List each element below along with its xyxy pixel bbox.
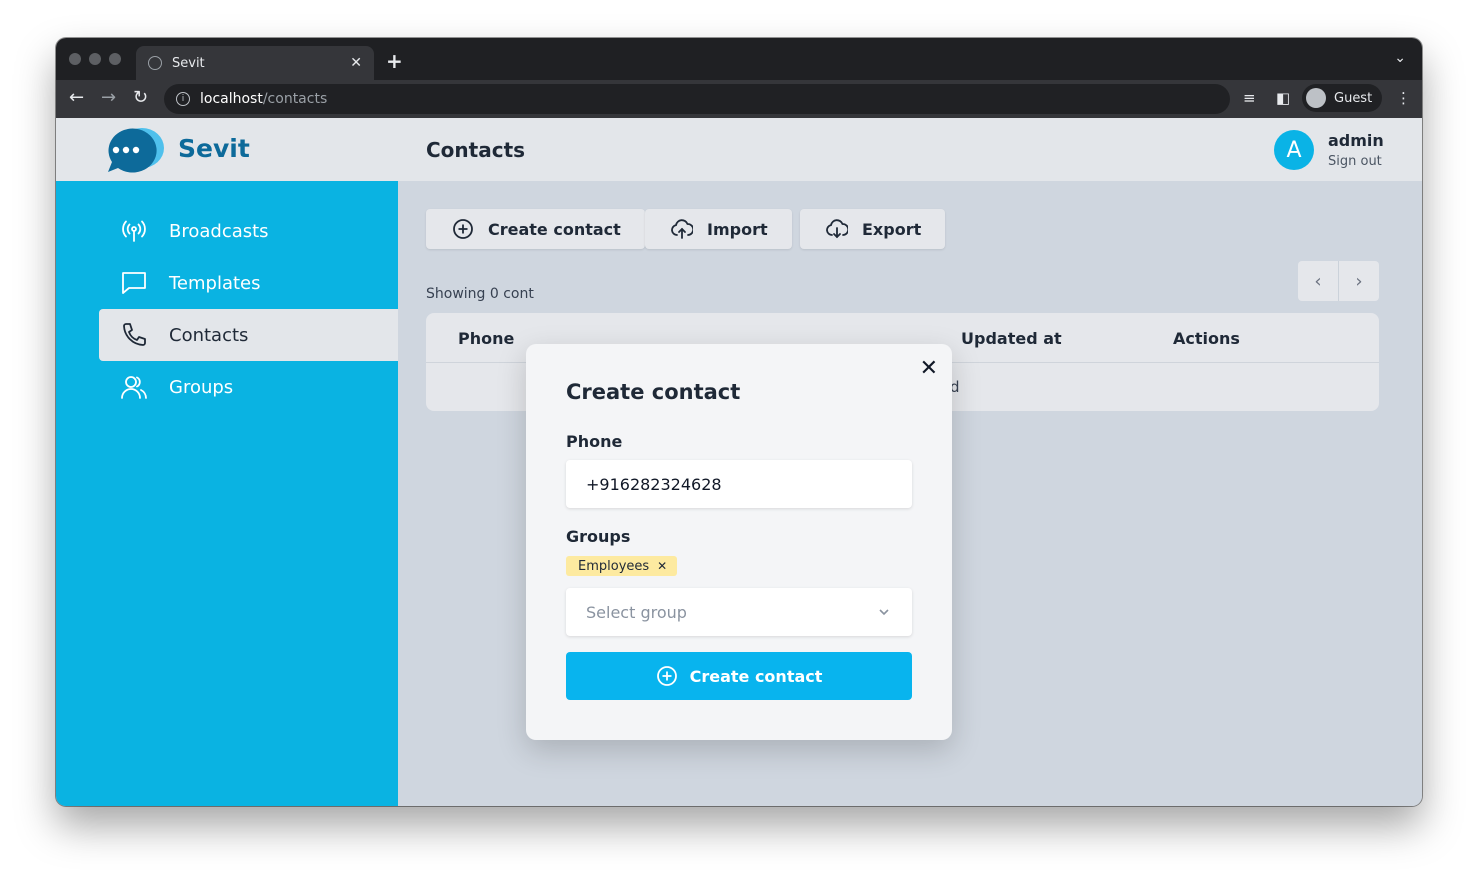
reload-icon[interactable]: ↻ [133,87,148,108]
user-avatar[interactable]: A [1274,130,1314,170]
sidebar-item-label: Broadcasts [169,220,269,242]
chevron-down-icon[interactable]: ⌄ [1394,50,1406,66]
submit-label: Create contact [689,666,823,686]
url-path: /contacts [262,91,328,107]
column-updated-at[interactable]: Updated at [961,329,1062,348]
sidebar-item-contacts[interactable]: Contacts [99,309,398,361]
chevron-left-icon[interactable]: ‹ [1298,261,1339,301]
create-contact-label: Create contact [488,219,621,239]
browser-tab[interactable]: Sevit ✕ [136,46,374,80]
group-select[interactable]: Select group [566,588,912,636]
new-tab-icon[interactable]: + [386,49,403,73]
browser-menu-icon[interactable]: ⋮ [1396,89,1411,107]
page-title: Contacts [426,138,526,162]
column-actions: Actions [1173,329,1240,348]
forward-icon[interactable]: → [101,87,116,108]
window-minimize-dot[interactable] [89,53,101,65]
results-count: Showing 0 cont [426,286,534,302]
close-icon[interactable]: ✕ [920,356,938,381]
export-label: Export [862,219,922,239]
app-header: Sevit Contacts A admin Sign out [56,118,1422,181]
sidebar-item-label: Templates [169,272,261,294]
chat-bubble-icon [121,270,147,296]
plus-circle-icon [453,219,473,239]
sidebar: Broadcasts Templates Contacts Groups [56,181,398,806]
broadcast-icon [121,218,147,244]
cloud-upload-icon [671,219,693,239]
back-icon[interactable]: ← [69,87,84,108]
chevron-right-icon[interactable]: › [1339,261,1379,301]
browser-window: Sevit ✕ + ⌄ ← → ↻ i localhost/contacts ≡… [56,38,1422,806]
close-tab-icon[interactable]: ✕ [350,55,362,71]
url-host: localhost [200,91,263,107]
phone-label: Phone [566,432,623,451]
globe-icon [148,56,162,70]
remove-chip-icon[interactable]: ✕ [657,559,667,573]
media-queue-icon[interactable]: ≡ [1243,89,1256,107]
brand-name[interactable]: Sevit [178,134,250,163]
create-contact-button[interactable]: Create contact [426,209,645,249]
pagination: ‹ › [1298,261,1379,301]
create-contact-modal: ✕ Create contact Phone +916282324628 Gro… [526,344,952,740]
browser-tab-strip: Sevit ✕ + ⌄ [56,38,1422,80]
phone-icon [121,322,147,348]
users-icon [121,374,147,400]
user-name: admin [1328,131,1384,150]
side-panel-icon[interactable]: ◧ [1276,89,1290,107]
chevron-down-icon [879,609,889,616]
cloud-download-icon [826,219,848,239]
plus-circle-icon [656,666,677,686]
import-label: Import [707,219,768,239]
import-button[interactable]: Import [645,209,792,249]
app: Sevit Contacts A admin Sign out Broadcas… [56,118,1422,806]
groups-label: Groups [566,527,631,546]
sidebar-item-templates[interactable]: Templates [99,257,398,309]
phone-input[interactable]: +916282324628 [566,460,912,508]
sidebar-item-broadcasts[interactable]: Broadcasts [99,205,398,257]
group-chip-employees: Employees ✕ [566,556,678,576]
window-zoom-dot[interactable] [109,53,121,65]
browser-toolbar: ← → ↻ i localhost/contacts ≡ ◧ Guest ⋮ [56,80,1422,118]
tab-title: Sevit [172,55,205,71]
sign-out-link[interactable]: Sign out [1328,154,1382,169]
sidebar-item-label: Groups [169,376,234,398]
group-select-placeholder: Select group [586,602,687,622]
window-close-dot[interactable] [69,53,81,65]
group-chip-label: Employees [578,558,650,574]
address-bar[interactable]: i localhost/contacts [164,84,1230,114]
profile-avatar-icon [1306,88,1326,108]
column-phone[interactable]: Phone [458,329,514,348]
modal-title: Create contact [566,380,741,404]
sidebar-item-groups[interactable]: Groups [99,361,398,413]
export-button[interactable]: Export [800,209,946,249]
profile-button[interactable]: Guest [1302,84,1382,112]
profile-label: Guest [1334,90,1373,106]
submit-create-contact-button[interactable]: Create contact [566,652,912,700]
sidebar-item-label: Contacts [169,324,249,346]
logo-icon[interactable] [98,126,168,174]
info-icon[interactable]: i [176,92,190,106]
